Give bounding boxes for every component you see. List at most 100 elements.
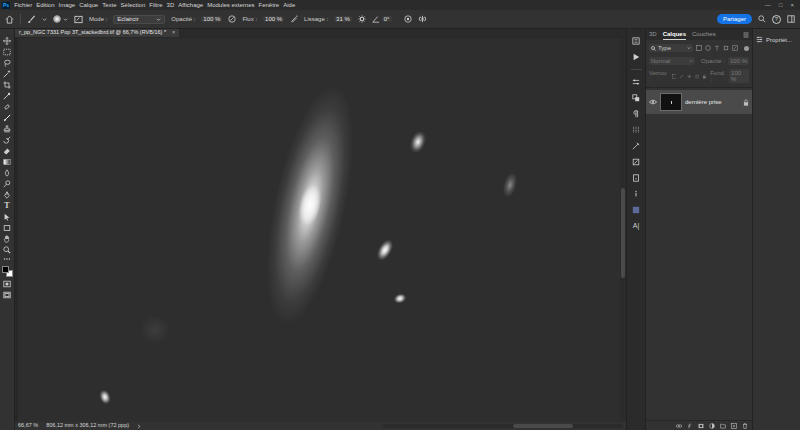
hand-tool-icon[interactable] — [3, 235, 11, 243]
home-icon[interactable] — [5, 15, 14, 24]
search-icon[interactable] — [758, 15, 766, 23]
window-control-button[interactable]: × — [790, 2, 794, 8]
path-selection-tool-icon[interactable] — [3, 213, 11, 221]
angle-value[interactable]: 0° — [382, 16, 392, 22]
lock-icon[interactable] — [743, 99, 749, 106]
filter-kind-dropdown[interactable]: Type — [649, 44, 693, 52]
mask-icon[interactable] — [698, 423, 704, 429]
adjustment-layer-icon[interactable] — [709, 423, 715, 429]
layer-row[interactable]: dernière prise — [646, 90, 752, 114]
gear-icon[interactable] — [358, 15, 366, 23]
type-tool[interactable]: T — [4, 202, 9, 210]
lock-artboard-icon[interactable] — [695, 74, 700, 79]
filter-shape-icon[interactable] — [723, 45, 729, 51]
lock-pixels-icon[interactable] — [672, 74, 677, 79]
chevron-right-icon[interactable] — [137, 424, 141, 429]
fill-value[interactable]: 100 % — [729, 69, 749, 83]
menu-item[interactable]: Fichier — [14, 2, 32, 8]
eye-icon[interactable] — [649, 98, 657, 106]
document-tab[interactable]: r_pp_NGC 7331 Pop 3T_stackedbrd.tif @ 66… — [15, 29, 179, 37]
airbrush-icon[interactable] — [290, 15, 298, 23]
pressure-opacity-icon[interactable] — [228, 15, 236, 23]
layer-name[interactable]: dernière prise — [685, 99, 722, 105]
foreground-color-swatch[interactable] — [2, 266, 9, 273]
smoothing-value[interactable]: 31 % — [334, 16, 352, 22]
menu-item[interactable]: Texte — [102, 2, 116, 8]
menu-item[interactable]: Calque — [79, 2, 98, 8]
screen-mode-icon[interactable] — [3, 291, 11, 299]
gradient-tool-icon[interactable] — [3, 158, 11, 166]
brush-icon[interactable] — [27, 15, 36, 24]
angle-field[interactable]: 0° — [372, 15, 392, 23]
history-icon[interactable] — [632, 37, 640, 45]
menu-item[interactable]: Affichage — [178, 2, 203, 8]
image-canvas[interactable] — [18, 38, 620, 422]
eyedropper-tool-icon[interactable] — [3, 92, 11, 100]
panel-tab[interactable]: Calques — [663, 29, 686, 40]
paragraph-icon[interactable] — [632, 110, 640, 118]
new-layer-icon[interactable] — [731, 423, 737, 429]
brush-settings-icon[interactable] — [632, 126, 640, 134]
panel-tab[interactable]: 3D — [649, 29, 657, 40]
move-tool-icon[interactable] — [3, 37, 11, 45]
quick-mask-icon[interactable] — [3, 280, 11, 288]
filter-toggle-icon[interactable] — [744, 46, 749, 51]
menu-item[interactable]: Image — [59, 2, 76, 8]
navigator-icon[interactable] — [632, 174, 640, 182]
lock-all-icon[interactable] — [702, 74, 707, 79]
clone-source-icon[interactable] — [632, 158, 640, 166]
panel-tab[interactable]: Couches — [692, 29, 716, 40]
workspace-icon[interactable] — [787, 15, 795, 23]
window-control-button[interactable]: — — [765, 2, 771, 8]
libraries-icon[interactable] — [632, 94, 640, 102]
link-icon[interactable] — [676, 423, 682, 429]
pressure-size-icon[interactable] — [404, 15, 412, 23]
dodge-tool-icon[interactable] — [3, 180, 11, 188]
zoom-tool-icon[interactable] — [3, 246, 11, 254]
window-control-button[interactable]: □ — [779, 2, 783, 8]
scroll-thumb[interactable] — [621, 188, 625, 278]
menu-item[interactable]: Edition — [36, 2, 54, 8]
filter-type-icon[interactable] — [714, 45, 720, 51]
info-icon[interactable] — [632, 190, 640, 198]
filter-adjustment-icon[interactable] — [705, 45, 711, 51]
zoom-level[interactable]: 66,67 % — [18, 423, 38, 429]
eraser-tool-icon[interactable] — [3, 147, 11, 155]
swatches-icon[interactable] — [632, 206, 640, 214]
clone-stamp-tool-icon[interactable] — [3, 125, 11, 133]
magic-wand-tool-icon[interactable] — [3, 70, 11, 78]
mode-dropdown[interactable]: Eclaircir — [113, 15, 165, 24]
trash-icon[interactable] — [742, 423, 748, 429]
pen-tool-icon[interactable] — [3, 191, 11, 199]
menu-item[interactable]: Modules externes — [207, 2, 254, 8]
symmetry-icon[interactable] — [418, 15, 427, 23]
healing-brush-tool-icon[interactable] — [3, 103, 11, 111]
menu-item[interactable]: Fenêtre — [259, 2, 280, 8]
blur-tool-icon[interactable] — [3, 169, 11, 177]
brush-preset[interactable] — [53, 15, 68, 23]
close-tab-button[interactable]: × — [172, 30, 175, 36]
filter-smart-object-icon[interactable] — [732, 45, 738, 51]
character-panel-button[interactable]: A| — [633, 222, 640, 229]
crop-tool-icon[interactable] — [3, 81, 11, 89]
lasso-tool-icon[interactable] — [3, 59, 11, 67]
brush-tool-icon[interactable] — [3, 114, 11, 122]
menu-item[interactable]: Sélection — [121, 2, 146, 8]
scroll-thumb[interactable] — [513, 424, 573, 428]
properties-panel-button[interactable]: Propriét... — [756, 36, 797, 43]
opacity-value[interactable]: 100 % — [201, 16, 222, 22]
more-tools-icon[interactable] — [3, 257, 11, 261]
adjustments-icon[interactable] — [632, 78, 640, 86]
menu-item[interactable]: 3D — [167, 2, 175, 8]
menu-item[interactable]: Filtre — [149, 2, 162, 8]
chevron-icon[interactable] — [42, 17, 47, 22]
lock-position-icon[interactable] — [687, 74, 692, 79]
horizontal-scrollbar[interactable] — [383, 424, 623, 428]
menu-item[interactable]: Aide — [283, 2, 295, 8]
share-button[interactable]: Partager — [717, 14, 752, 24]
folder-icon[interactable] — [720, 423, 726, 429]
lock-paint-icon[interactable] — [679, 74, 684, 79]
marquee-tool-icon[interactable] — [3, 48, 11, 56]
layer-style-icon[interactable] — [687, 423, 693, 429]
filter-pixel-icon[interactable] — [696, 45, 702, 51]
